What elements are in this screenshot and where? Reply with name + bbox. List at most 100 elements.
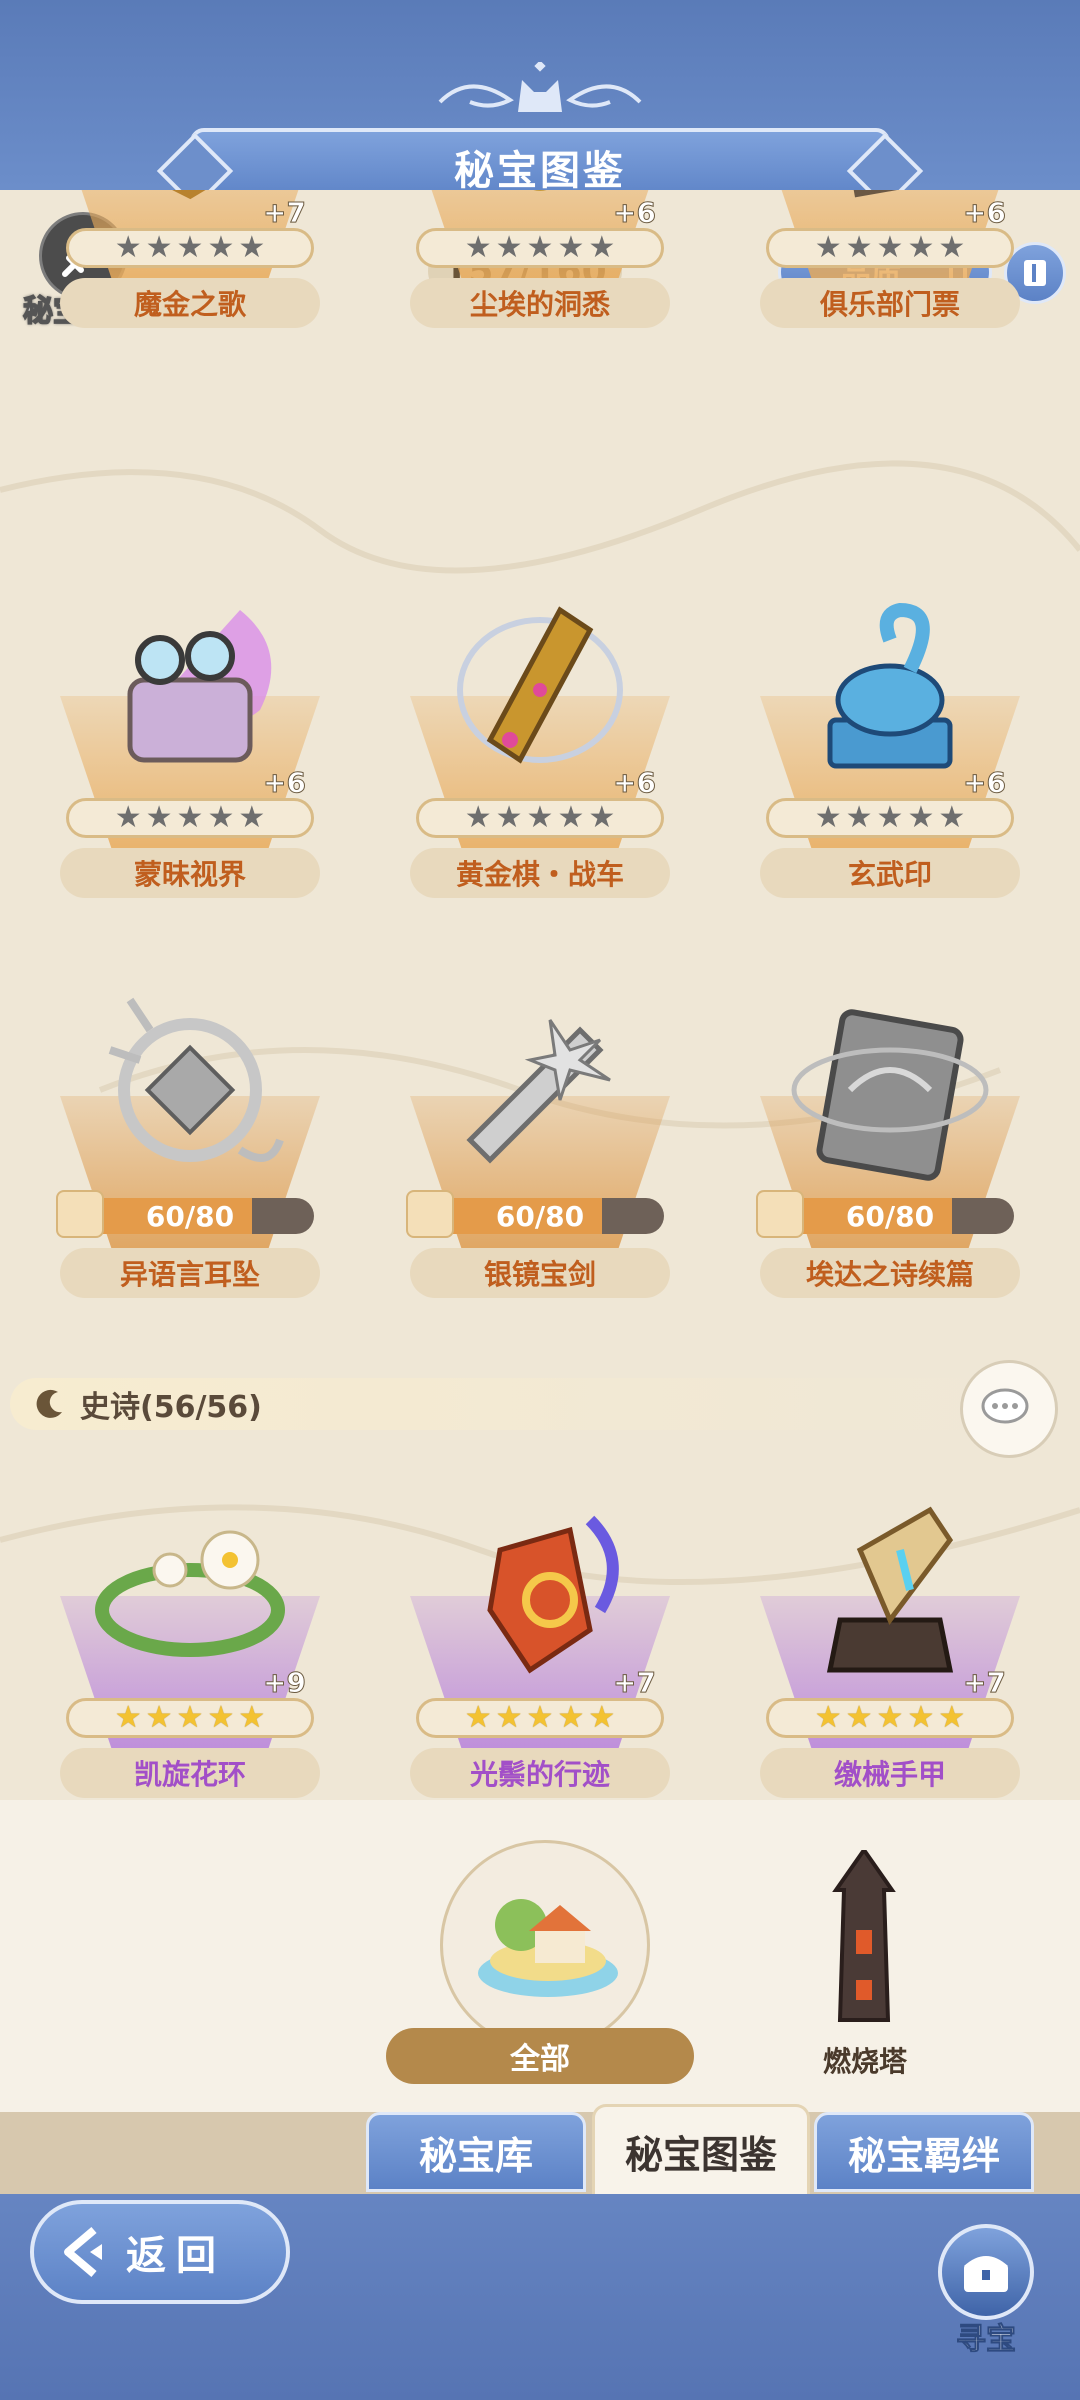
star-icon: ★ [814,800,842,835]
star-icon: ★ [814,230,842,265]
treasure-name: 缴械手甲 [760,1748,1020,1798]
puzzle-piece-icon [406,1190,454,1238]
treasure-name: 俱乐部门票 [760,278,1020,328]
category-filter-panel: 全部 燃烧塔 [0,1800,1080,2120]
star-rating: ★ ★ ★ ★ ★ [416,798,664,838]
golden-rook-art-icon [457,606,623,764]
treasure-card[interactable]: +7 ★ ★ ★ ★ ★ 魔金之歌 [60,190,320,328]
treasure-art-icon [172,190,206,200]
epic-section-header: 史诗(56/56) [10,1378,1010,1430]
star-icon: ★ [588,800,616,835]
treasure-card[interactable]: +7 ★ ★ ★ ★ ★ 光鬃的行迹 [410,1490,670,1798]
star-icon: ★ [907,1700,935,1735]
radiant-mane-art-icon [487,1515,619,1674]
puzzle-piece-icon [56,1190,104,1238]
treasure-card[interactable]: +7 ★ ★ ★ ★ ★ 缴械手甲 [760,1490,1020,1798]
black-tortoise-seal-art-icon [827,602,953,769]
treasure-card[interactable]: +6 ★ ★ ★ ★ ★ 尘埃的洞悉 [410,190,670,328]
star-icon: ★ [238,1700,266,1735]
treasure-hunt-button[interactable]: 寻宝 [930,2224,1042,2364]
star-icon: ★ [114,230,142,265]
collection-panel: 秘宝加成 157/160 品质 +7 ★★★★★ 魔金之歌 +6 ★★★★★ 尘… [0,190,1080,1800]
level-plus: +6 [263,766,307,800]
star-icon: ★ [145,800,173,835]
star-rating: ★ ★ ★ ★ ★ [766,228,1014,268]
level-plus: +7 [613,1666,657,1700]
back-button[interactable]: 返回 [30,2200,290,2304]
level-plus: +6 [613,196,657,230]
filter-tower-label: 燃烧塔 [822,2045,907,2078]
star-icon: ★ [938,230,966,265]
star-icon: ★ [238,800,266,835]
star-icon: ★ [938,1700,966,1735]
treasure-card-locked[interactable]: 60/80 银镜宝剑 [406,990,670,1298]
star-rating: ★ ★ ★ ★ ★ [66,1698,314,1738]
star-icon: ★ [526,230,554,265]
star-icon: ★ [176,230,204,265]
island-house-icon [478,1899,618,1997]
star-icon: ★ [557,230,585,265]
burning-tower-icon[interactable] [812,1850,916,2030]
star-icon: ★ [145,230,173,265]
chat-bubble-icon [981,1388,1029,1424]
flower-wreath-art-icon [95,1530,285,1657]
treasure-card[interactable]: +6 ★ ★ ★ ★ ★ 黄金棋・战车 [410,590,670,898]
star-icon: ★ [876,800,904,835]
treasure-name: 凯旋花环 [60,1748,320,1798]
star-icon: ★ [526,1700,554,1735]
star-icon: ★ [938,800,966,835]
gauntlet-art-icon [826,1506,954,1673]
filter-all-button[interactable]: 全部 [386,2028,694,2084]
star-icon: ★ [176,1700,204,1735]
star-icon: ★ [207,1700,235,1735]
star-icon: ★ [464,800,492,835]
tab-treasure-bonds[interactable]: 秘宝羁绊 [814,2112,1034,2192]
star-icon: ★ [114,800,142,835]
star-rating: ★ ★ ★ ★ ★ [416,228,664,268]
star-rating: ★ ★ ★ ★ ★ [766,798,1014,838]
tab-treasure-vault[interactable]: 秘宝库 [366,2112,586,2192]
star-icon: ★ [876,230,904,265]
star-icon: ★ [907,800,935,835]
level-plus: +7 [963,1666,1007,1700]
treasure-name: 尘埃的洞悉 [410,278,670,328]
tab-treasure-codex[interactable]: 秘宝图鉴 [592,2104,810,2196]
star-icon: ★ [588,1700,616,1735]
treasure-card[interactable]: +9 ★ ★ ★ ★ ★ 凯旋花环 [60,1490,320,1798]
filter-all-ring[interactable] [440,1840,650,2050]
chat-button[interactable] [960,1360,1058,1458]
puzzle-piece-icon [756,1190,804,1238]
level-plus: +9 [263,1666,307,1700]
silver-sword-art-icon [466,1019,611,1164]
treasure-card[interactable]: +6 ★ ★ ★ ★ ★ 玄武印 [760,590,1020,898]
section-label: 史诗(56/56) [80,1390,262,1425]
treasure-card-locked[interactable]: 60/80 异语言耳坠 [56,990,320,1298]
treasure-name: 黄金棋・战车 [410,848,670,898]
level-plus: +7 [263,196,307,230]
star-rating: ★ ★ ★ ★ ★ [66,228,314,268]
star-icon: ★ [114,1700,142,1735]
treasure-card[interactable]: +6 ★ ★ ★ ★ ★ 蒙昧视界 [60,590,320,898]
progress-text: 60/80 [845,1199,935,1233]
star-icon: ★ [207,800,235,835]
star-icon: ★ [845,1700,873,1735]
star-icon: ★ [495,1700,523,1735]
treasure-card-locked[interactable]: 60/80 埃达之诗续篇 [756,990,1020,1298]
level-plus: +6 [963,766,1007,800]
star-icon: ★ [557,800,585,835]
treasure-name: 玄武印 [760,848,1020,898]
treasure-name: 魔金之歌 [60,278,320,328]
star-icon: ★ [207,230,235,265]
star-icon: ★ [464,1700,492,1735]
star-icon: ★ [145,1700,173,1735]
treasure-card[interactable]: +6 ★ ★ ★ ★ ★ 俱乐部门票 [760,190,1020,328]
cat-crest-icon [438,62,642,112]
star-icon: ★ [495,800,523,835]
progress-text: 60/80 [145,1199,235,1233]
treasure-art-icon [846,190,944,198]
book-icon [1024,260,1046,286]
progress-text: 60/80 [495,1199,585,1233]
treasure-name: 埃达之诗续篇 [760,1248,1020,1298]
page-title: 秘宝图鉴 [454,148,626,194]
moon-gem-icon [36,1389,62,1418]
